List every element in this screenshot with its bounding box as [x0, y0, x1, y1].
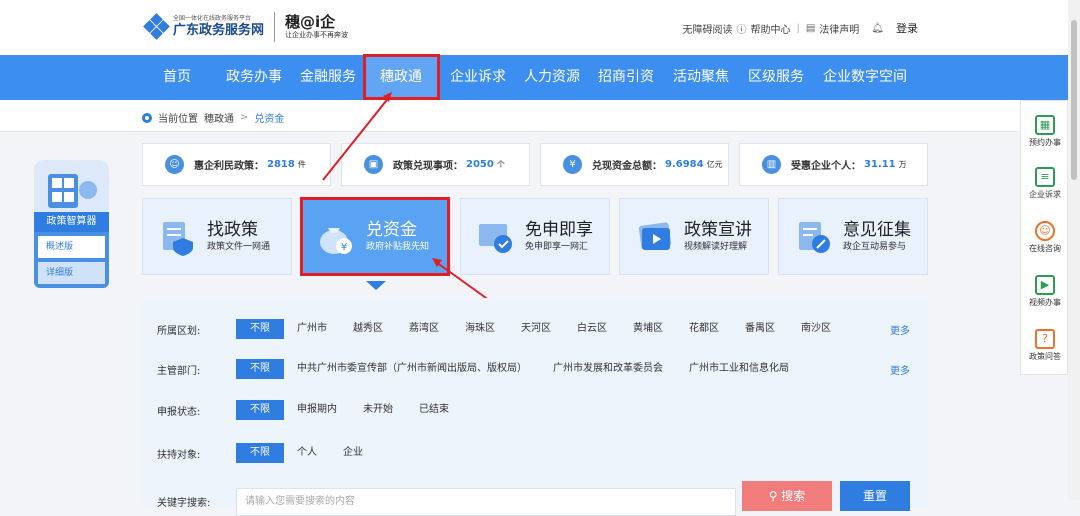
quick-item-label: 企业诉求 — [1029, 190, 1061, 199]
filter-row-target: 扶持对象: 不限 个人 企业 — [142, 438, 928, 468]
filter-option-unlimited[interactable]: 不限 — [236, 443, 284, 463]
search-button-label: 搜索 — [781, 489, 806, 503]
filter-option[interactable]: 广州市 — [284, 319, 340, 339]
filter-option[interactable]: 南沙区 — [788, 319, 844, 339]
filter-option[interactable]: 花都区 — [676, 319, 732, 339]
keyword-label: 关键字搜索: — [157, 498, 211, 509]
filter-panel: 所属区划: 不限 广州市 越秀区 荔湾区 海珠区 天河区 白云区 黄埔区 花都区… — [142, 298, 928, 516]
arrowhead-nav — [383, 92, 392, 102]
filter-option[interactable]: 广州市发展和改革委员会 — [540, 359, 676, 379]
quick-item-label: 在线咨询 — [1029, 244, 1061, 253]
quick-item-video[interactable]: ▶ 视频办事 — [1021, 267, 1069, 319]
filter-row-status: 申报状态: 不限 申报期内 未开始 已结束 — [142, 395, 928, 425]
headset-icon: ☺ — [1035, 221, 1055, 241]
filter-option-unlimited[interactable]: 不限 — [236, 359, 284, 379]
filter-option[interactable]: 企业 — [330, 443, 376, 463]
video-icon: ▶ — [1035, 275, 1055, 295]
more-link[interactable]: 更多 — [890, 322, 910, 337]
filter-option[interactable]: 白云区 — [564, 319, 620, 339]
filter-row-region: 所属区划: 不限 广州市 越秀区 荔湾区 海珠区 天河区 白云区 黄埔区 花都区… — [142, 314, 928, 344]
filter-row-dept: 主管部门: 不限 中共广州市委宣传部（广州市新闻出版局、版权局） 广州市发展和改… — [142, 354, 928, 384]
filter-option-unlimited[interactable]: 不限 — [236, 400, 284, 420]
policy-calculator-panel: 政策智算器 概述版 详细版 — [34, 160, 109, 288]
filter-option[interactable]: 天河区 — [508, 319, 564, 339]
filter-option[interactable]: 荔湾区 — [396, 319, 452, 339]
filter-label: 所属区划: — [157, 325, 201, 337]
filter-option[interactable]: 黄埔区 — [620, 319, 676, 339]
more-link[interactable]: 更多 — [890, 362, 910, 377]
detailed-version-button[interactable]: 详细版 — [38, 262, 105, 284]
quick-item-label: 预约办事 — [1029, 138, 1061, 147]
keyword-search-input[interactable]: 请输入您需要搜索的内容 — [236, 488, 736, 516]
page-scrollbar[interactable] — [1068, 0, 1080, 500]
search-icon: ⚲ — [768, 489, 782, 503]
search-button[interactable]: ⚲ 搜索 — [742, 481, 832, 511]
filter-option[interactable]: 番禺区 — [732, 319, 788, 339]
overview-version-button[interactable]: 概述版 — [38, 236, 105, 258]
filter-label: 扶持对象: — [157, 449, 201, 461]
scrollbar-thumb[interactable] — [1071, 20, 1077, 180]
filter-option[interactable]: 中共广州市委宣传部（广州市新闻出版局、版权局） — [284, 359, 540, 379]
document-icon: ≡ — [1035, 167, 1055, 187]
quick-item-qa[interactable]: ? 政策问答 — [1021, 321, 1069, 373]
quick-services-panel: ▦ 预约办事 ≡ 企业诉求 ☺ 在线咨询 ▶ 视频办事 ? 政策问答 — [1020, 100, 1068, 375]
calendar-icon: ▦ — [1035, 115, 1055, 135]
qa-icon: ? — [1035, 329, 1055, 349]
filter-option[interactable]: 申报期内 — [284, 400, 350, 420]
quick-item-appointment[interactable]: ▦ 预约办事 — [1021, 107, 1069, 159]
filter-option[interactable]: 个人 — [284, 443, 330, 463]
quick-item-consult[interactable]: ☺ 在线咨询 — [1021, 213, 1069, 265]
filter-option[interactable]: 已结束 — [406, 400, 462, 420]
quick-item-appeals[interactable]: ≡ 企业诉求 — [1021, 159, 1069, 211]
filter-option[interactable]: 越秀区 — [340, 319, 396, 339]
filter-label: 申报状态: — [157, 406, 201, 418]
filter-option-unlimited[interactable]: 不限 — [236, 319, 284, 339]
quick-item-label: 政策问答 — [1029, 352, 1061, 361]
filter-label: 主管部门: — [157, 365, 201, 377]
filter-option[interactable]: 海珠区 — [452, 319, 508, 339]
quick-item-label: 视频办事 — [1029, 298, 1061, 307]
filter-option[interactable]: 广州市工业和信息化局 — [676, 359, 802, 379]
filter-option[interactable]: 未开始 — [350, 400, 406, 420]
calculator-title: 政策智算器 — [34, 212, 109, 232]
arrow-to-nav — [322, 95, 391, 181]
calculator-icon — [34, 160, 109, 212]
reset-button[interactable]: 重置 — [840, 481, 910, 511]
